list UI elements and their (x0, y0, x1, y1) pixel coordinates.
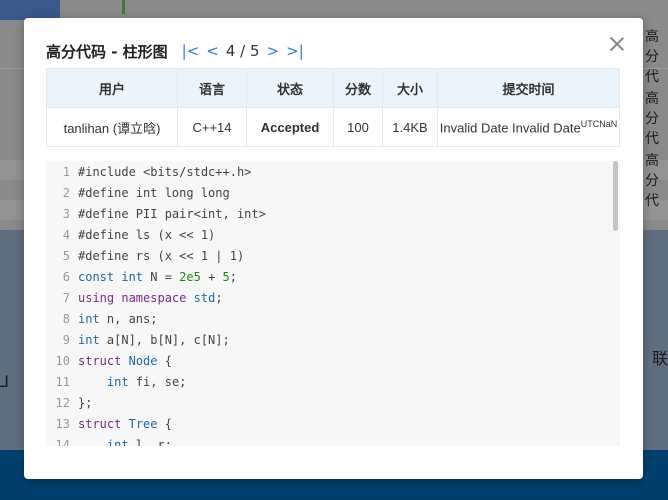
header-language: 语言 (177, 68, 247, 108)
line-text: struct Tree { (78, 416, 172, 431)
code-line: 14 int l, r; (46, 434, 620, 447)
modal-header: 高分代码 - 柱形图 |< < 4 / 5 > >| (46, 40, 311, 62)
line-text: #define ls (x << 1) (78, 227, 216, 242)
line-text: #define PII pair<int, int> (78, 206, 266, 221)
code-scrollbar[interactable] (613, 161, 618, 231)
background-green-bar (122, 0, 125, 14)
time-zone: UTCNaN (580, 118, 618, 129)
first-page-icon[interactable]: |< (182, 42, 200, 60)
next-page-icon[interactable]: > (267, 42, 280, 60)
background-link: 高分代 (645, 153, 659, 209)
line-text: using namespace std; (78, 290, 223, 305)
background-link: 高分代 (645, 29, 659, 85)
line-text: }; (78, 395, 93, 410)
code-line: 12}; (46, 392, 620, 413)
line-number: 5 (62, 248, 70, 263)
code-line: 4 #define ls (x << 1) (46, 224, 620, 245)
line-text: int fi, se; (106, 374, 187, 389)
line-number: 1 (62, 164, 70, 179)
cell-score: 100 (333, 107, 383, 147)
line-text: struct Node { (78, 353, 172, 368)
line-number: 2 (62, 185, 70, 200)
background-text: 联 (652, 349, 668, 368)
submission-table: 用户 语言 状态 分数 大小 提交时间 tanlihan (谭立晗) C++14… (46, 68, 620, 147)
code-line: 11 int fi, se; (46, 371, 620, 392)
background-blue-block (0, 0, 60, 20)
code-line: 2 #define int long long (46, 182, 620, 203)
time-text: Invalid Date Invalid Date (439, 120, 581, 136)
line-number: 13 (55, 416, 70, 431)
cell-time: Invalid Date Invalid DateUTCNaN (437, 107, 620, 147)
line-number: 7 (62, 290, 70, 305)
line-number: 14 (55, 437, 70, 447)
table-header-row: 用户 语言 状态 分数 大小 提交时间 (46, 68, 620, 108)
modal-title: 高分代码 - 柱形图 (46, 42, 168, 61)
table-row: tanlihan (谭立晗) C++14 Accepted 100 1.4KB … (46, 107, 620, 147)
code-modal: 高分代码 - 柱形图 |< < 4 / 5 > >| 用户 语言 状态 分数 大… (24, 18, 643, 479)
background-link: 高分代 (645, 91, 659, 147)
cell-size: 1.4KB (382, 107, 438, 147)
code-line: 7 using namespace std; (46, 287, 620, 308)
line-number: 4 (62, 227, 70, 242)
line-number: 8 (62, 311, 70, 326)
header-score: 分数 (333, 68, 383, 108)
cell-language: C++14 (177, 107, 247, 147)
close-icon[interactable] (609, 36, 625, 52)
last-page-icon[interactable]: >| (286, 42, 304, 60)
header-status: 状态 (246, 68, 334, 108)
code-line: 8 int n, ans; (46, 308, 620, 329)
status-badge: Accepted (246, 107, 334, 147)
line-text: int a[N], b[N], c[N]; (78, 332, 230, 347)
header-user: 用户 (46, 68, 178, 108)
line-text: int n, ans; (78, 311, 158, 326)
line-number: 6 (62, 269, 70, 284)
code-line: 9 int a[N], b[N], c[N]; (46, 329, 620, 350)
code-line: 6 const int N = 2e5 + 5; (46, 266, 620, 287)
line-text: #define int long long (78, 185, 230, 200)
line-number: 9 (62, 332, 70, 347)
code-line: 3 #define PII pair<int, int> (46, 203, 620, 224)
line-text: int l, r; (106, 437, 172, 447)
code-viewer[interactable]: 1 #include <bits/stdc++.h> 2 #define int lo… (46, 161, 620, 446)
header-time: 提交时间 (437, 68, 620, 108)
line-number: 3 (62, 206, 70, 221)
line-number: 10 (55, 353, 70, 368)
pager-nav: |< < 4 / 5 > >| (182, 42, 311, 60)
line-text: #define rs (x << 1 | 1) (78, 248, 245, 263)
code-line: 10 struct Node { (46, 350, 620, 371)
code-lines: 1 #include <bits/stdc++.h> 2 #define int lo… (46, 161, 620, 447)
code-line: 5 #define rs (x << 1 | 1) (46, 245, 620, 266)
code-line: 13 struct Tree { (46, 413, 620, 434)
prev-page-icon[interactable]: < (206, 42, 219, 60)
page-indicator: 4 / 5 (225, 42, 260, 60)
line-number: 11 (55, 374, 70, 389)
line-number: 12 (55, 395, 70, 410)
line-text: const int N = 2e5 + 5; (78, 269, 238, 284)
code-line: 1 #include <bits/stdc++.h> (46, 161, 620, 182)
header-size: 大小 (382, 68, 438, 108)
background-glyph: ⅃ (0, 372, 9, 391)
line-text: #include <bits/stdc++.h> (78, 164, 252, 179)
cell-user: tanlihan (谭立晗) (46, 107, 178, 147)
